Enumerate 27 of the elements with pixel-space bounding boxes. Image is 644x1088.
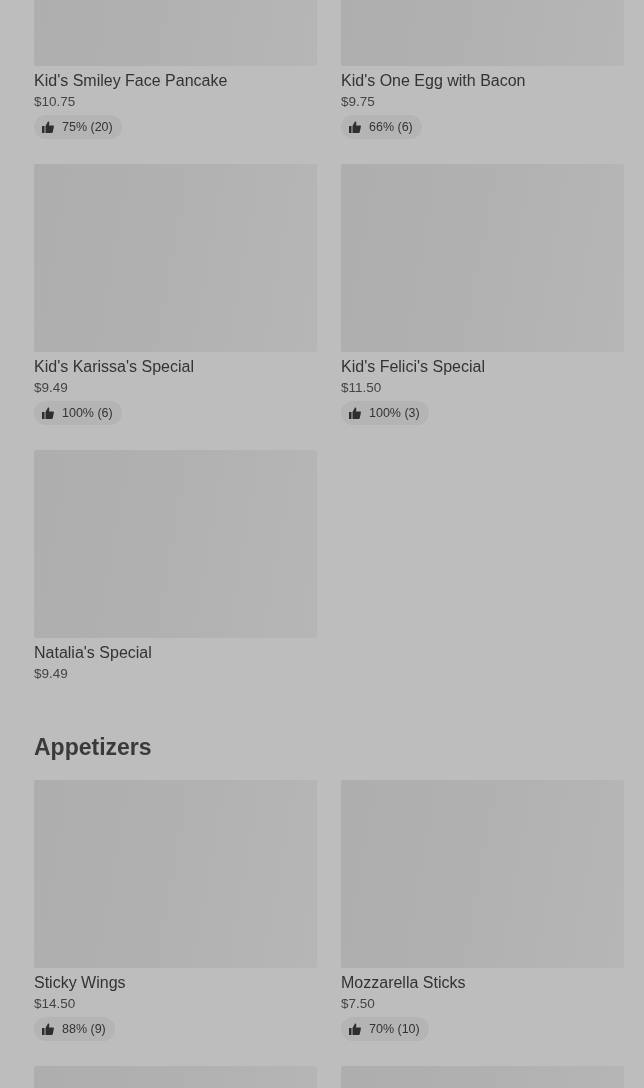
dish-price: $10.75 xyxy=(34,93,77,111)
thumbs-up-icon xyxy=(42,407,54,419)
dish-price: $9.49 xyxy=(34,379,69,397)
rating-text: 100% (6) xyxy=(62,406,113,420)
dish-name[interactable]: Kid's Karissa's Special xyxy=(34,356,317,378)
thumbs-up-icon xyxy=(349,1023,361,1035)
dish-name[interactable]: Kid's Smiley Face Pancake xyxy=(34,70,317,92)
dish-name[interactable]: Kid's Felici's Special xyxy=(341,356,624,378)
dish-price: $11.50 xyxy=(341,379,383,397)
dish-price: $9.75 xyxy=(341,93,376,111)
thumbs-up-icon xyxy=(349,407,361,419)
rating-text: 70% (10) xyxy=(369,1022,420,1036)
dish-name[interactable]: Sticky Wings xyxy=(34,972,317,994)
dish-price: $14.50 xyxy=(34,995,77,1013)
rating-text: 75% (20) xyxy=(62,120,113,134)
section-heading: Appetizers xyxy=(34,733,153,761)
dish-name[interactable]: Kid's One Egg with Bacon xyxy=(341,70,624,92)
rating-text: 66% (6) xyxy=(369,120,413,134)
dish-name[interactable]: Natalia's Special xyxy=(34,642,317,664)
thumbs-up-icon xyxy=(42,121,54,133)
thumbs-up-icon xyxy=(42,1023,54,1035)
dish-name[interactable]: Mozzarella Sticks xyxy=(341,972,624,994)
dish-price: $7.50 xyxy=(341,995,376,1013)
dish-price: $9.49 xyxy=(34,665,69,683)
rating-text: 100% (3) xyxy=(369,406,420,420)
rating-text: 88% (9) xyxy=(62,1022,106,1036)
thumbs-up-icon xyxy=(349,121,361,133)
